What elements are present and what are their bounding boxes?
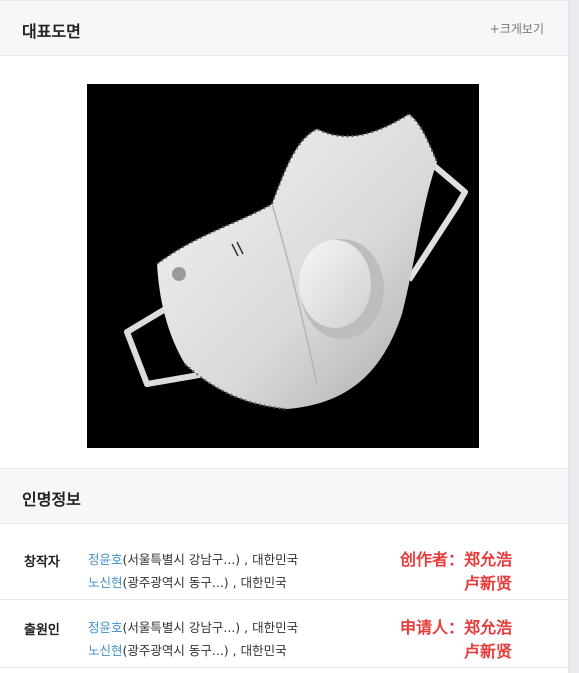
chinese-annotation: 申请人：郑允浩 [399, 618, 512, 637]
person-name-link[interactable]: 정윤호 [88, 552, 123, 567]
applicant-label: 출원인 [24, 623, 60, 638]
chinese-annotation-second-name: 卢新贤 [463, 642, 512, 661]
person-name-link[interactable]: 노신현 [88, 643, 123, 658]
creator-label: 창작자 [24, 555, 60, 570]
inventor-section-title: 인명정보 [22, 490, 81, 509]
drawing-area [0, 64, 568, 468]
patent-detail-panel: 대표도면 +크게보기 인명정보 창작자 정윤호(서울특별시 강남구...) , … [0, 0, 569, 673]
inventor-section-header: 인명정보 [0, 468, 568, 524]
person-entry: 노신현(광주광역시 동구...) , 대한민국 [88, 640, 287, 659]
scrollbar-track[interactable] [569, 0, 579, 673]
person-name-link[interactable]: 정윤호 [88, 620, 123, 635]
creator-row: 창작자 정윤호(서울특별시 강남구...) , 대한민국 노신현(광주광역시 동… [0, 532, 568, 600]
person-entry: 노신현(광주광역시 동구...) , 대한민국 [88, 572, 287, 591]
chinese-annotation: 创作者：郑允浩 [399, 550, 512, 569]
person-detail: (광주광역시 동구...) , 대한민국 [122, 643, 287, 658]
chinese-annotation-second-name: 卢新贤 [463, 574, 512, 593]
applicant-row: 출원인 정윤호(서울특별시 강남구...) , 대한민국 노신현(광주광역시 동… [0, 600, 568, 668]
representative-drawing-image[interactable] [87, 84, 479, 448]
person-entry: 정윤호(서울특별시 강남구...) , 대한민국 [88, 617, 298, 636]
person-detail: (서울특별시 강남구...) , 대한민국 [122, 552, 299, 567]
person-name-link[interactable]: 노신현 [88, 575, 123, 590]
person-detail: (광주광역시 동구...) , 대한민국 [122, 575, 287, 590]
person-detail: (서울특별시 강남구...) , 대한민국 [122, 620, 299, 635]
person-entry: 정윤호(서울특별시 강남구...) , 대한민국 [88, 549, 298, 568]
drawing-section-title: 대표도면 [22, 22, 81, 41]
drawing-section-header: 대표도면 +크게보기 [0, 0, 568, 56]
enlarge-link[interactable]: +크게보기 [490, 20, 544, 37]
